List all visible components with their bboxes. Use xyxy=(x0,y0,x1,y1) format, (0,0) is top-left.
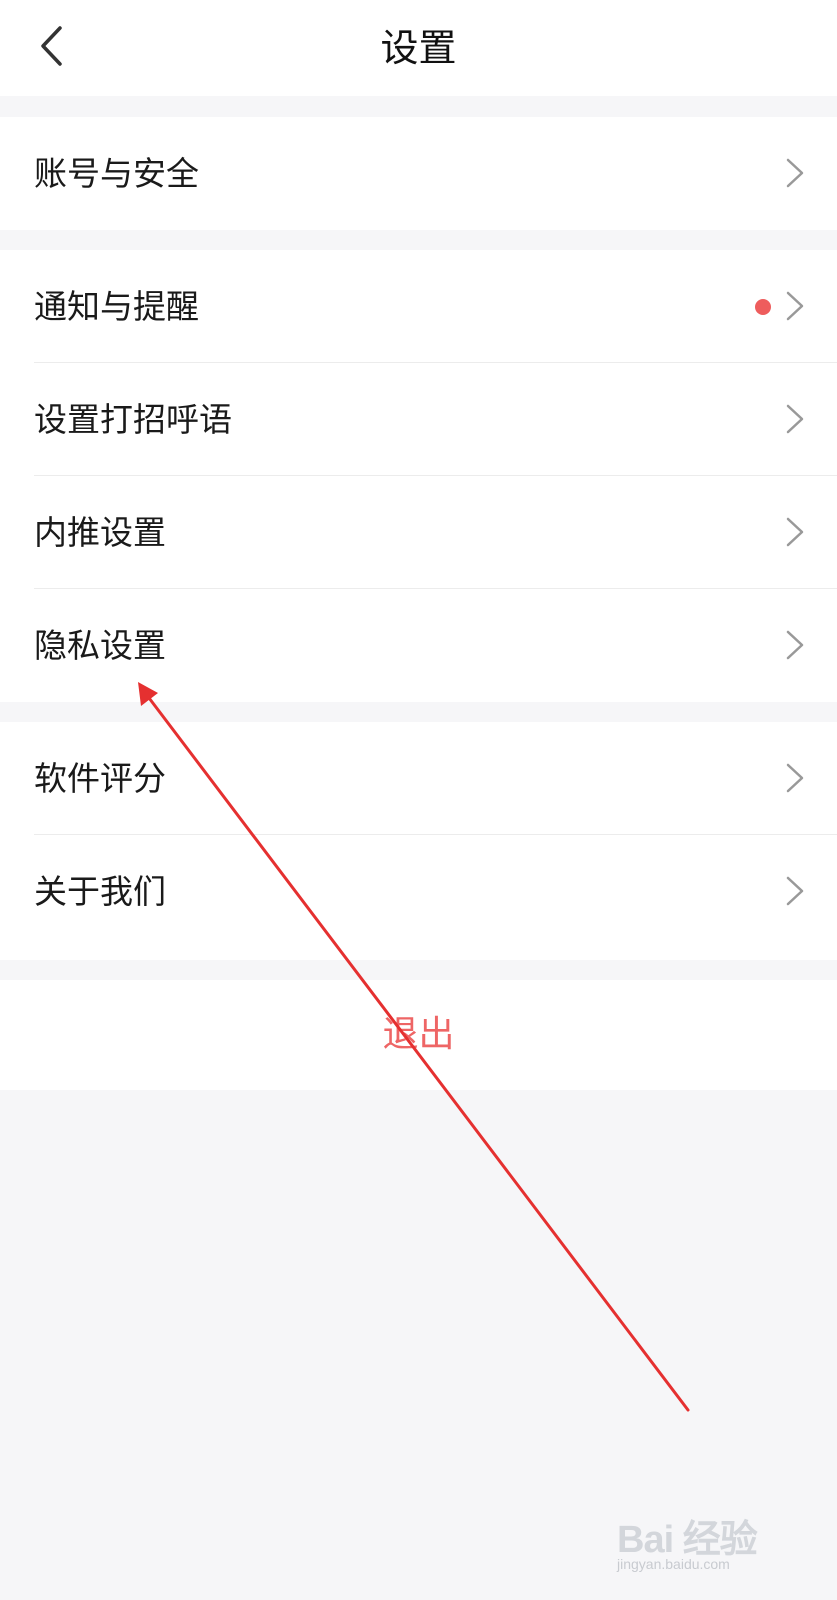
back-button[interactable] xyxy=(30,22,80,72)
page-title: 设置 xyxy=(380,26,457,70)
notification-dot-badge xyxy=(755,299,771,315)
chevron-right-icon xyxy=(786,630,804,660)
chevron-right-icon xyxy=(786,291,804,321)
logout-label: 退出 xyxy=(382,1014,455,1055)
top-nav-bar: 设置 xyxy=(0,0,837,96)
settings-item-referral[interactable]: 内推设置 xyxy=(0,476,837,589)
chevron-right-icon xyxy=(786,876,804,906)
chevron-right-icon xyxy=(786,517,804,547)
settings-group-account: 账号与安全 xyxy=(0,117,837,230)
chevron-left-icon xyxy=(41,26,62,66)
watermark-url: jingyan.baidu.com xyxy=(617,1556,730,1572)
chevron-right-icon xyxy=(786,158,804,188)
settings-item-label: 通知与提醒 xyxy=(34,287,199,326)
baidu-jingyan-watermark: Bai 经验 jingyan.baidu.com xyxy=(617,1508,797,1578)
settings-item-label: 设置打招呼语 xyxy=(34,400,232,439)
settings-item-label: 关于我们 xyxy=(34,872,166,911)
watermark-logo: Bai 经验 xyxy=(617,1519,758,1561)
settings-group-main: 通知与提醒 设置打招呼语 内推设置 隐私设置 xyxy=(0,250,837,702)
settings-item-account-security[interactable]: 账号与安全 xyxy=(0,117,837,230)
settings-item-privacy[interactable]: 隐私设置 xyxy=(0,589,837,702)
settings-item-greeting[interactable]: 设置打招呼语 xyxy=(0,363,837,476)
settings-item-label: 账号与安全 xyxy=(34,154,199,193)
settings-group-about: 软件评分 关于我们 xyxy=(0,722,837,960)
chevron-right-icon xyxy=(786,404,804,434)
logout-button[interactable]: 退出 xyxy=(0,980,837,1090)
settings-item-about-us[interactable]: 关于我们 xyxy=(0,835,837,948)
chevron-right-icon xyxy=(786,763,804,793)
settings-item-notifications[interactable]: 通知与提醒 xyxy=(0,250,837,363)
settings-item-rate-app[interactable]: 软件评分 xyxy=(0,722,837,835)
settings-item-label: 内推设置 xyxy=(34,513,166,552)
settings-item-label: 软件评分 xyxy=(34,759,166,798)
settings-item-label: 隐私设置 xyxy=(34,626,166,665)
